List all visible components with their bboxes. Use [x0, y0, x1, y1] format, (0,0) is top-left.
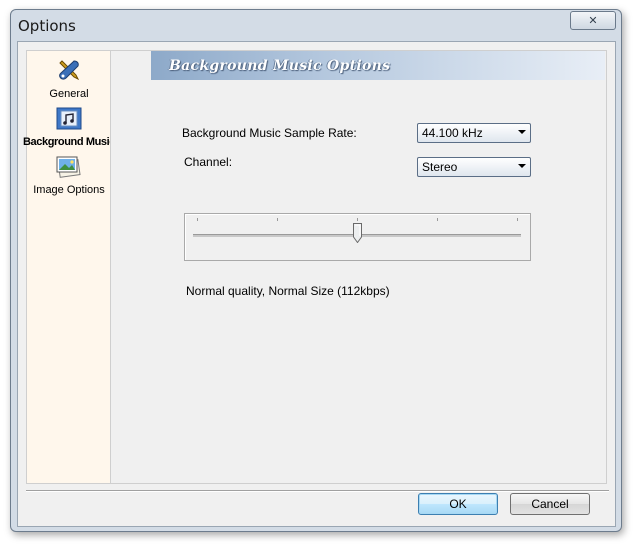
title-bar[interactable]: Options ✕	[11, 10, 621, 40]
dialog-client-area: General Background Music Image Options B…	[17, 41, 616, 527]
footer-divider	[26, 490, 609, 492]
chevron-down-icon	[518, 130, 526, 134]
image-options-icon	[55, 155, 83, 182]
slider-tick	[437, 218, 438, 221]
sidebar-item-label: General	[49, 88, 89, 100]
channel-select[interactable]: Stereo	[417, 157, 531, 177]
close-button[interactable]: ✕	[570, 11, 616, 30]
cancel-button[interactable]: Cancel	[510, 493, 590, 515]
sidebar-item-label: Image Options	[33, 184, 105, 196]
section-banner: Background Music Options	[151, 51, 605, 80]
sample-rate-label: Background Music Sample Rate:	[182, 126, 357, 140]
sidebar-item-image-options[interactable]: Image Options	[27, 155, 111, 196]
quality-description: Normal quality, Normal Size (112kbps)	[186, 284, 390, 298]
slider-tick	[517, 218, 518, 221]
ok-button[interactable]: OK	[418, 493, 498, 515]
options-sidebar: General Background Music Image Options	[23, 50, 115, 484]
sidebar-item-label: Background Music	[23, 136, 116, 148]
channel-value: Stereo	[422, 160, 458, 174]
slider-tick	[277, 218, 278, 221]
chevron-down-icon	[518, 164, 526, 168]
sample-rate-value: 44.100 kHz	[422, 126, 483, 140]
background-music-panel: Background Music Options Background Musi…	[110, 50, 607, 484]
close-icon: ✕	[588, 14, 598, 27]
slider-tick	[197, 218, 198, 221]
window-title: Options	[18, 17, 76, 35]
slider-thumb[interactable]	[353, 223, 362, 244]
tools-icon	[56, 57, 82, 86]
sidebar-item-general[interactable]: General	[27, 57, 111, 100]
sidebar-item-background-music[interactable]: Background Music	[23, 107, 115, 148]
options-window: Options ✕ General Background Music Image…	[10, 9, 622, 532]
section-title: Background Music Options	[169, 58, 391, 74]
music-file-icon	[56, 107, 82, 134]
sample-rate-select[interactable]: 44.100 kHz	[417, 123, 531, 143]
quality-slider-frame	[184, 213, 531, 261]
slider-tick	[357, 218, 358, 221]
channel-label: Channel:	[184, 155, 233, 169]
